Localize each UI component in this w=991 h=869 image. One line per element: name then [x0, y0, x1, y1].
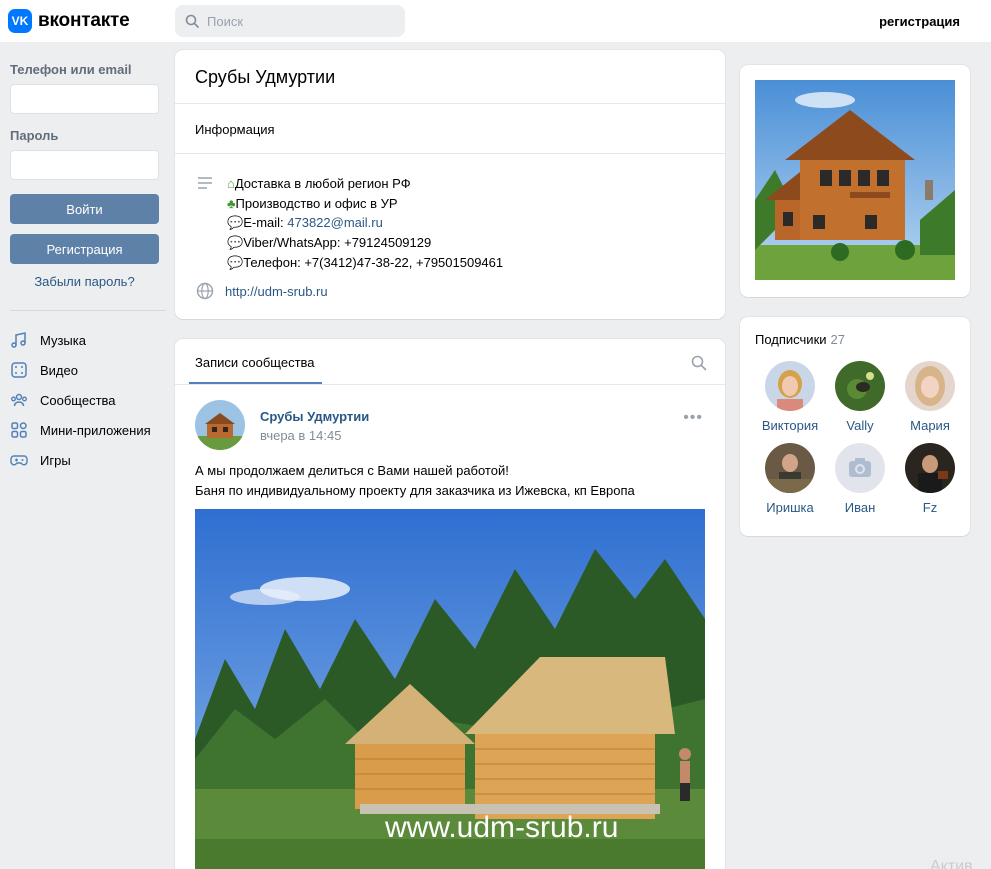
tab-community-posts[interactable]: Записи сообщества — [195, 355, 315, 370]
community-info-card: Срубы Удмуртии Информация ⌂Доставка в лю… — [175, 50, 725, 319]
vk-logo-icon: VK — [8, 9, 32, 33]
community-description: ⌂Доставка в любой регион РФ ♣Производств… — [227, 174, 503, 273]
sidebar-item-video[interactable]: Видео — [10, 355, 166, 385]
subscribers-card: Подписчики 27 Виктория Vally Мария Иришка… — [740, 317, 970, 536]
subscriber-name: Виктория — [761, 418, 819, 433]
sidebar-item-label: Видео — [40, 362, 78, 378]
subscribers-header[interactable]: Подписчики 27 — [755, 332, 845, 347]
post-photo-watermark: www.udm-srub.ru — [384, 811, 618, 844]
activation-watermark: Актив — [930, 858, 973, 869]
subscriber-name: Fz — [922, 500, 938, 515]
subscribers-title: Подписчики — [755, 332, 827, 347]
info-text: Доставка в любой регион РФ — [234, 176, 411, 191]
page-title: Срубы Удмуртии — [195, 67, 336, 87]
avatar — [765, 443, 815, 493]
communities-icon — [11, 393, 27, 407]
forgot-password-link[interactable]: Забыли пароль? — [10, 274, 159, 289]
info-line-email: 💬E-mail: 473822@mail.ru — [227, 213, 503, 233]
community-photo-card — [740, 65, 970, 297]
subscriber-name: Vally — [846, 418, 874, 433]
website-link[interactable]: http://udm-srub.ru — [225, 284, 328, 299]
info-line-phone: 💬Телефон: +7(3412)47-38-22, +79501509461 — [227, 253, 503, 273]
mini-apps-icon — [11, 422, 27, 438]
sidebar-item-mini-apps[interactable]: Мини-приложения — [10, 415, 166, 445]
divider — [175, 384, 725, 385]
login-sidebar: Телефон или email Пароль Войти Регистрац… — [10, 62, 166, 475]
subscriber-name: Иван — [844, 500, 876, 515]
subscriber-item[interactable]: Vally — [825, 361, 895, 433]
info-section-label: Информация — [195, 122, 275, 137]
sidebar-item-label: Сообщества — [40, 392, 116, 408]
phone-email-field[interactable] — [10, 84, 159, 114]
info-text: Viber/WhatsApp: +79124509129 — [243, 235, 432, 251]
post-photo[interactable]: www.udm-srub.ru — [195, 509, 705, 869]
community-cover-photo[interactable] — [755, 80, 955, 280]
search-input[interactable] — [207, 13, 387, 29]
post-text-line: А мы продолжаем делиться с Вами нашей ра… — [195, 463, 509, 478]
register-button[interactable]: Регистрация — [10, 234, 159, 264]
house-icon: ⌂ — [227, 176, 235, 191]
info-text: Телефон: +7(3412)47-38-22, +79501509461 — [243, 254, 504, 270]
subscriber-item[interactable]: Мария — [895, 361, 965, 433]
subscriber-name: Иришка — [766, 500, 814, 515]
post-author-link[interactable]: Срубы Удмуртии — [260, 409, 369, 424]
info-text: E-mail: — [243, 215, 288, 231]
subscriber-item[interactable]: Fz — [895, 443, 965, 515]
description-icon — [198, 177, 212, 189]
search-icon[interactable] — [691, 355, 707, 371]
info-text: Производство и офис в УР — [235, 195, 398, 211]
search-box[interactable] — [175, 5, 405, 37]
globe-icon — [196, 282, 214, 300]
avatar — [905, 361, 955, 411]
subscribers-count: 27 — [830, 332, 845, 347]
password-label: Пароль — [10, 128, 59, 143]
search-icon — [185, 14, 199, 28]
subscriber-item[interactable]: Иван — [825, 443, 895, 515]
phone-label: Телефон или email — [10, 62, 132, 77]
post-text: А мы продолжаем делиться с Вами нашей ра… — [195, 461, 705, 500]
games-icon — [10, 455, 28, 466]
more-options-icon[interactable]: ••• — [683, 409, 703, 427]
subscriber-item[interactable]: Виктория — [755, 361, 825, 433]
community-wall: Записи сообщества Срубы Удмуртии вчера в… — [175, 339, 725, 869]
sidebar-divider — [10, 310, 166, 311]
sidebar-item-label: Музыка — [40, 332, 86, 348]
divider — [175, 153, 725, 154]
sidebar-item-games[interactable]: Игры — [10, 445, 166, 475]
sidebar-item-communities[interactable]: Сообщества — [10, 385, 166, 415]
info-line-viber: 💬Viber/WhatsApp: +79124509129 — [227, 233, 503, 253]
info-line-office: ♣Производство и офис в УР — [227, 194, 503, 214]
speech-bubble-icon: 💬 — [227, 254, 244, 270]
subscriber-item[interactable]: Иришка — [755, 443, 825, 515]
camera-placeholder-icon — [835, 443, 885, 493]
login-button[interactable]: Войти — [10, 194, 159, 224]
speech-bubble-icon: 💬 — [227, 215, 244, 231]
avatar — [905, 443, 955, 493]
avatar — [835, 361, 885, 411]
subscriber-name: Мария — [910, 418, 950, 433]
video-icon — [11, 362, 27, 378]
post-timestamp[interactable]: вчера в 14:45 — [260, 428, 341, 443]
sidebar-item-music[interactable]: Музыка — [10, 325, 166, 355]
info-line-delivery: ⌂Доставка в любой регион РФ — [227, 174, 503, 194]
top-header: VK вконтакте регистрация — [0, 0, 991, 42]
register-link[interactable]: регистрация — [879, 14, 960, 29]
music-icon — [11, 332, 26, 348]
speech-bubble-icon: 💬 — [227, 235, 244, 251]
password-field[interactable] — [10, 150, 159, 180]
sidebar-item-label: Мини-приложения — [40, 422, 151, 438]
email-link[interactable]: 473822@mail.ru — [287, 215, 383, 230]
community-avatar[interactable] — [195, 400, 245, 450]
subscribers-grid: Виктория Vally Мария Иришка Иван Fz — [755, 361, 965, 515]
vk-logo[interactable]: VK вконтакте — [8, 9, 130, 33]
avatar — [835, 443, 885, 493]
avatar — [765, 361, 815, 411]
sidebar-item-label: Игры — [40, 452, 71, 468]
divider — [175, 103, 725, 104]
logo-text: вконтакте — [38, 10, 130, 31]
tree-icon: ♣ — [227, 195, 236, 211]
post-text-line: Баня по индивидуальному проекту для зака… — [195, 482, 635, 498]
